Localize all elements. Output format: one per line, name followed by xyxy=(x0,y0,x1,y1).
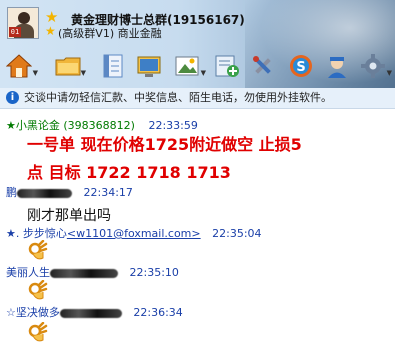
message-header: ☆坚决做多 22:36:34 xyxy=(6,306,183,320)
message-time: 22:34:17 xyxy=(83,186,133,199)
agent-icon[interactable] xyxy=(324,53,356,83)
redacted-id xyxy=(17,188,72,198)
star-icon: ★ xyxy=(45,8,59,26)
tools-icon[interactable] xyxy=(250,53,282,83)
sync-icon[interactable]: S xyxy=(288,53,320,83)
photo-icon[interactable]: ▼ xyxy=(174,53,206,83)
sender-id: (398368812) xyxy=(63,119,135,132)
info-icon: i xyxy=(6,91,19,104)
message-time: 22:35:10 xyxy=(129,266,179,279)
ok-hand-emoji-icon xyxy=(27,321,49,344)
redacted-id xyxy=(59,308,122,318)
toolbar: ▼ ▼ ▼ S ▼ xyxy=(5,53,395,85)
redacted-id xyxy=(50,268,118,278)
home-dropdown-arrow[interactable]: ▼ xyxy=(33,69,38,77)
sender-name[interactable]: 鹏 xyxy=(6,186,17,199)
sender-name[interactable]: ★. 步步惊心 xyxy=(6,227,67,240)
message-header: 鹏 22:34:17 xyxy=(6,186,133,200)
sender-name[interactable]: ★小黑论金 xyxy=(6,119,60,132)
photo-dropdown-arrow[interactable]: ▼ xyxy=(201,69,206,77)
security-notice-bar: i 交谈中请勿轻信汇款、中奖信息、陌生电话，勿使用外挂软件。 xyxy=(0,88,395,109)
sender-email-link[interactable]: <w1101@foxmail.com> xyxy=(67,227,201,240)
message-header: 美丽人生 22:35:10 xyxy=(6,266,179,280)
settings-dropdown-arrow[interactable]: ▼ xyxy=(387,69,392,77)
security-notice-text: 交谈中请勿轻信汇款、中奖信息、陌生电话，勿使用外挂软件。 xyxy=(24,91,332,104)
svg-text:S: S xyxy=(296,60,305,75)
home-icon[interactable]: ▼ xyxy=(5,53,38,83)
level-star-icon: ★ xyxy=(45,24,56,38)
folder-icon[interactable]: ▼ xyxy=(54,53,86,83)
ok-hand-emoji-icon xyxy=(27,239,49,262)
group-subtitle: (高级群V1) 商业金融 xyxy=(58,27,162,40)
message-text: 一号单 现在价格1725附近做空 止损5 xyxy=(27,135,302,154)
message-header: ★小黑论金 (398368812) 22:33:59 xyxy=(6,119,198,133)
notes-icon[interactable] xyxy=(100,53,132,83)
group-avatar[interactable]: 01 xyxy=(7,7,39,39)
avatar-badge: 01 xyxy=(9,27,21,37)
message-header: ★. 步步惊心<w1101@foxmail.com> 22:35:04 xyxy=(6,227,262,241)
ok-hand-emoji-icon xyxy=(27,279,49,302)
chat-header: 01 ★ ★ 黄金理财博士总群(19156167) (高级群V1) 商业金融 ▼… xyxy=(0,0,395,93)
message-text: 刚才那单出吗 xyxy=(27,208,111,224)
add-app-icon[interactable] xyxy=(214,53,246,83)
message-time: 22:35:04 xyxy=(212,227,262,240)
avatar-face xyxy=(18,12,30,24)
sender-name[interactable]: 美丽人生 xyxy=(6,266,50,279)
sender-name[interactable]: ☆坚决做多 xyxy=(6,306,60,319)
message-time: 22:36:34 xyxy=(133,306,183,319)
message-text: 点 目标 1722 1718 1713 xyxy=(27,163,231,182)
settings-icon[interactable]: ▼ xyxy=(360,53,392,83)
message-time: 22:33:59 xyxy=(148,119,198,132)
screen-icon[interactable] xyxy=(136,53,168,83)
folder-dropdown-arrow[interactable]: ▼ xyxy=(81,69,86,77)
